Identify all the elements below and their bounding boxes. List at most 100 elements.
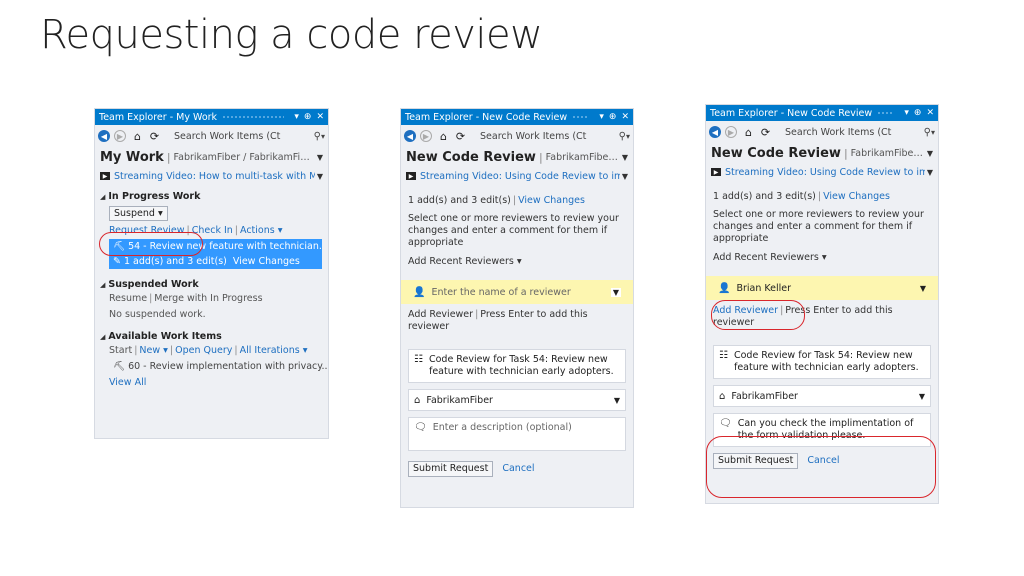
- search-input[interactable]: Search Work Items (Ct ⚲ ▾: [174, 128, 325, 144]
- dropdown-icon[interactable]: ▾: [599, 112, 604, 122]
- suspend-row: Suspend ▾: [95, 204, 328, 222]
- back-icon[interactable]: ◀: [404, 130, 416, 142]
- view-all-link[interactable]: View All: [95, 373, 328, 389]
- instructions-text: Select one or more reviewers to review y…: [713, 209, 924, 244]
- panel-titlebar: Team Explorer - My Work ▾ ⊕ ✕: [95, 109, 328, 125]
- changes-item[interactable]: ✎ 1 add(s) and 3 edit(s) View Changes: [109, 254, 322, 269]
- close-icon[interactable]: ✕: [621, 112, 629, 122]
- add-reviewer-row: Add Reviewer | Press Enter to add this rev…: [408, 309, 588, 332]
- description-input[interactable]: 🗨 Enter a description (optional): [408, 417, 626, 451]
- titlebar-grip[interactable]: [572, 114, 590, 120]
- add-reviewer-link[interactable]: Add Reviewer: [408, 309, 473, 320]
- section-suspended[interactable]: ◢ Suspended Work: [95, 277, 328, 292]
- chevron-down-icon[interactable]: ▼: [927, 168, 933, 177]
- forward-icon[interactable]: ▶: [725, 126, 737, 138]
- actions-link[interactable]: Actions ▾: [240, 225, 283, 236]
- close-icon[interactable]: ✕: [926, 108, 934, 118]
- chevron-down-icon[interactable]: ▾: [931, 128, 935, 137]
- merge-link[interactable]: Merge with In Progress: [154, 293, 262, 304]
- panel-title: Team Explorer - My Work: [99, 111, 218, 123]
- suspend-button[interactable]: Suspend ▾: [109, 206, 168, 221]
- chevron-down-icon[interactable]: ▼: [614, 396, 620, 405]
- add-recent-reviewers-link[interactable]: Add Recent Reviewers ▾: [401, 251, 633, 270]
- refresh-icon[interactable]: ⟳: [758, 125, 773, 140]
- changes-summary: 1 add(s) and 3 edit(s) | View Changes: [408, 195, 585, 206]
- close-icon[interactable]: ✕: [316, 112, 324, 122]
- review-title-input[interactable]: ☷ Code Review for Task 54: Review new fe…: [408, 349, 626, 383]
- view-changes-link[interactable]: View Changes: [518, 195, 585, 206]
- chevron-down-icon[interactable]: ▼: [317, 153, 323, 162]
- chevron-down-icon[interactable]: ▼: [622, 172, 628, 181]
- search-icon[interactable]: ⚲: [924, 127, 931, 138]
- chevron-down-icon[interactable]: ▼: [919, 392, 925, 401]
- code-review-icon: ☷: [719, 350, 728, 361]
- all-iterations-link[interactable]: All Iterations ▾: [240, 345, 308, 356]
- team-project-select[interactable]: ⌂ FabrikamFiber ▼: [408, 389, 626, 411]
- dropdown-icon[interactable]: ▾: [904, 108, 909, 118]
- new-link[interactable]: New ▾: [139, 345, 168, 356]
- suspended-actions: Resume | Merge with In Progress: [109, 293, 263, 304]
- chevron-down-icon[interactable]: ▼: [622, 153, 628, 162]
- home-icon[interactable]: ⌂: [741, 125, 756, 140]
- search-icon[interactable]: ⚲: [314, 131, 321, 142]
- chevron-down-icon[interactable]: ▾: [626, 132, 630, 141]
- forward-icon[interactable]: ▶: [114, 130, 126, 142]
- team-project-select[interactable]: ⌂ FabrikamFiber ▼: [713, 385, 931, 407]
- chevron-down-icon[interactable]: ▼: [317, 172, 323, 181]
- submit-row: Submit Request Cancel: [401, 459, 633, 479]
- page-title: My Work: [100, 149, 164, 165]
- chevron-down-icon[interactable]: ▼: [610, 287, 621, 297]
- search-icon[interactable]: ⚲: [619, 131, 626, 142]
- titlebar-grip[interactable]: [222, 114, 285, 120]
- team-explorer-new-code-review-panel: Team Explorer - New Code Review ▾ ⊕ ✕ ◀ …: [400, 108, 634, 508]
- add-recent-reviewers-link[interactable]: Add Recent Reviewers ▾: [706, 247, 938, 266]
- video-link[interactable]: ▶ Streaming Video: Using Code Review to …: [401, 167, 633, 185]
- home-icon[interactable]: ⌂: [436, 129, 451, 144]
- reviewer-input[interactable]: 👤 Brian Keller ▼: [706, 276, 938, 300]
- reviewer-name: Brian Keller: [736, 282, 792, 294]
- view-changes-link[interactable]: View Changes: [823, 191, 890, 202]
- project-selector[interactable]: FabrikamFiber / Fabr...: [851, 148, 924, 159]
- reviewer-input[interactable]: 👤 Enter the name of a reviewer ▼: [401, 280, 633, 304]
- forward-icon[interactable]: ▶: [420, 130, 432, 142]
- pin-icon[interactable]: ⊕: [304, 112, 312, 122]
- slide: Requesting a code review Team Explorer -…: [0, 0, 1024, 576]
- code-review-icon: ☷: [414, 354, 423, 365]
- open-query-link[interactable]: Open Query: [175, 345, 232, 356]
- section-available[interactable]: ◢ Available Work Items: [95, 329, 328, 344]
- video-link[interactable]: ▶ Streaming Video: Using Code Review to …: [706, 163, 938, 181]
- search-placeholder: Search Work Items (Ct: [174, 130, 281, 142]
- search-input[interactable]: Search Work Items (Ct ⚲ ▾: [785, 124, 935, 140]
- back-icon[interactable]: ◀: [98, 130, 110, 142]
- home-icon[interactable]: ⌂: [130, 129, 145, 144]
- search-input[interactable]: Search Work Items (Ct ⚲ ▾: [480, 128, 630, 144]
- available-item[interactable]: ⛏ 60 - Review implementation with privacy…: [95, 357, 328, 373]
- chevron-down-icon[interactable]: ▼: [927, 149, 933, 158]
- dropdown-icon[interactable]: ▾: [294, 112, 299, 122]
- panel-title: Team Explorer - New Code Review: [710, 107, 873, 119]
- pin-icon[interactable]: ⊕: [609, 112, 617, 122]
- project-selector[interactable]: FabrikamFiber / Fabr...: [546, 152, 619, 163]
- refresh-icon[interactable]: ⟳: [147, 129, 162, 144]
- pin-icon[interactable]: ⊕: [914, 108, 922, 118]
- resume-link[interactable]: Resume: [109, 293, 147, 304]
- search-placeholder: Search Work Items (Ct: [480, 130, 587, 142]
- annotation-reviewer: [711, 300, 805, 330]
- project-selector[interactable]: FabrikamFiber / FabrikamFiber...: [174, 152, 314, 163]
- toolbar: ◀ ▶ ⌂ ⟳ Search Work Items (Ct ⚲ ▾: [401, 125, 633, 147]
- person-icon: 👤: [718, 282, 731, 294]
- back-icon[interactable]: ◀: [709, 126, 721, 138]
- view-changes-link[interactable]: View Changes: [233, 256, 300, 267]
- chevron-down-icon[interactable]: ▼: [920, 284, 926, 293]
- titlebar-grip[interactable]: [877, 110, 895, 116]
- page-title: New Code Review: [406, 149, 536, 165]
- submit-request-button[interactable]: Submit Request: [408, 461, 494, 477]
- section-in-progress[interactable]: ◢ In Progress Work: [95, 189, 328, 204]
- search-placeholder: Search Work Items (Ct: [785, 126, 892, 138]
- chevron-down-icon[interactable]: ▾: [321, 132, 325, 141]
- start-link[interactable]: Start: [109, 345, 132, 356]
- review-title-input[interactable]: ☷ Code Review for Task 54: Review new fe…: [713, 345, 931, 379]
- refresh-icon[interactable]: ⟳: [453, 129, 468, 144]
- cancel-link[interactable]: Cancel: [502, 463, 534, 474]
- video-link[interactable]: ▶ Streaming Video: How to multi-task wit…: [95, 167, 328, 185]
